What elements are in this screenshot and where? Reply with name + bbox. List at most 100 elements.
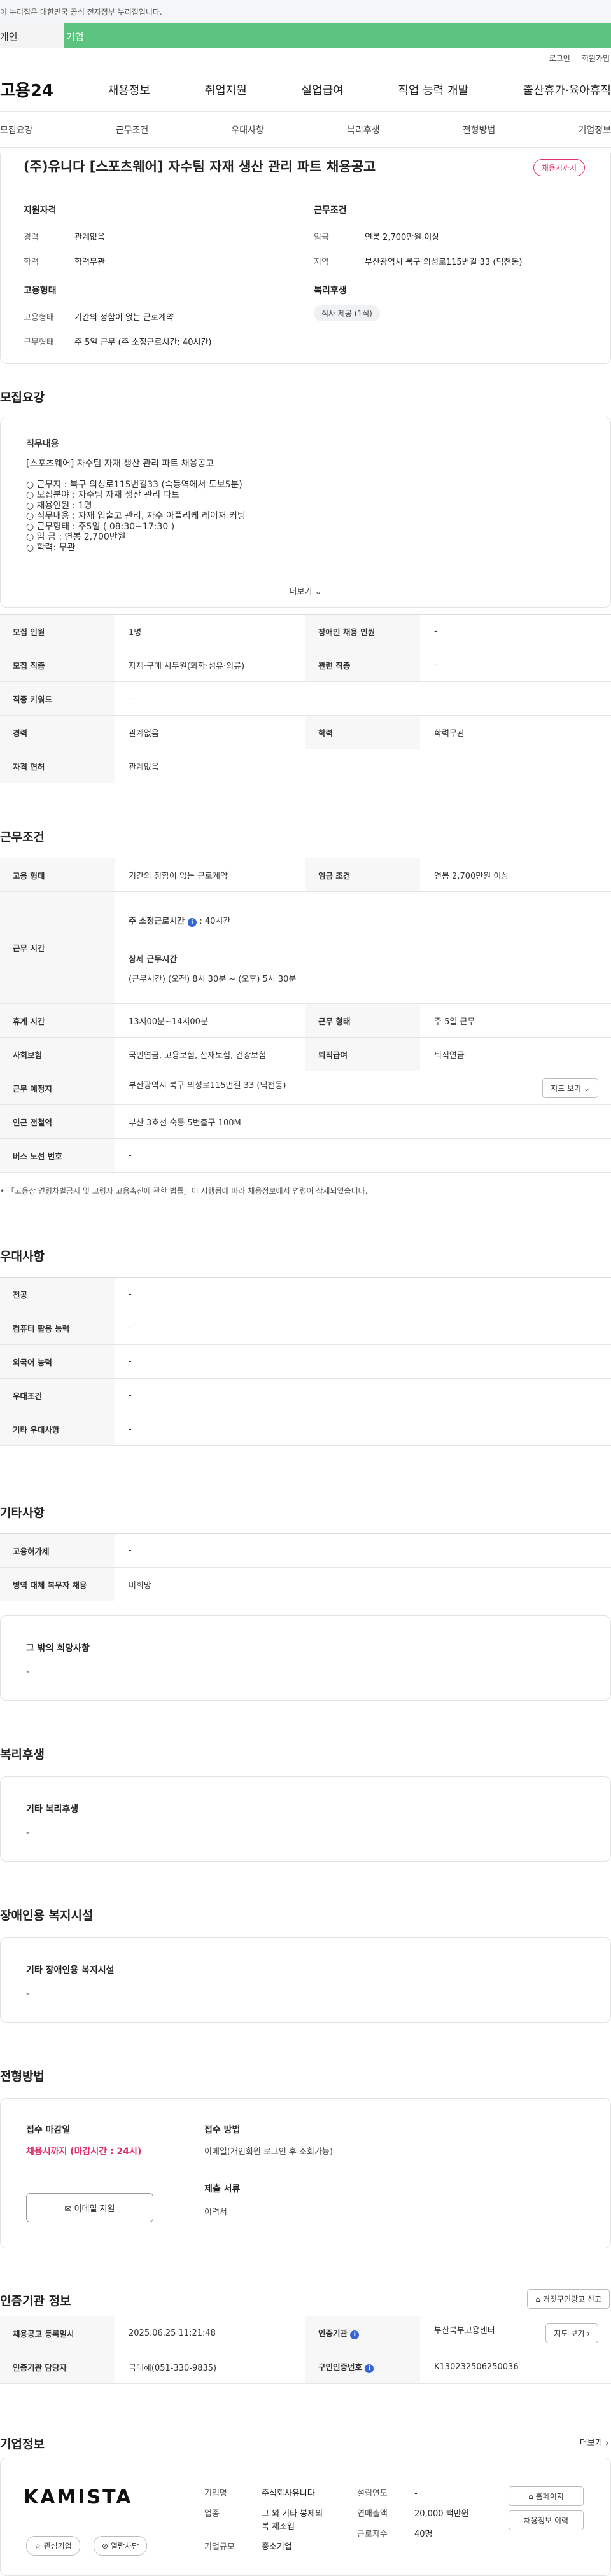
company-section-title: 기업정보 — [0, 2437, 45, 2451]
subnav-preference[interactable]: 우대사항 — [231, 123, 264, 136]
table-cell: 기간의 정함이 없는 근로계약 — [115, 858, 306, 892]
table-header: 장애인 채용 인원 — [306, 614, 420, 648]
block-company-button[interactable]: ⊘ 열람차단 — [94, 2536, 148, 2556]
gnb-jobs[interactable]: 채용정보 — [108, 81, 150, 98]
table-header: 휴게 시간 — [0, 1003, 115, 1038]
duty-more-button[interactable]: 더보기 ⌄ — [1, 574, 610, 607]
duty-line: ○ 모집분야 : 자수팀 자재 생산 관리 파트 — [26, 490, 180, 500]
table-cell: 13시00분~14시00분 — [115, 1003, 306, 1038]
table-header: 외국어 능력 — [0, 1344, 115, 1379]
docs-value: 이력서 — [204, 2208, 227, 2217]
gov-banner: 이 누리집은 대한민국 공식 전자정부 누리집입니다. — [0, 0, 611, 23]
table-header: 병역 대체 복무자 채용 — [0, 1567, 115, 1601]
email-apply-button[interactable]: ✉ 이메일 지원 — [26, 2193, 153, 2222]
table-cell: K130232506250036 — [420, 2350, 611, 2384]
home-icon: ⌂ — [535, 2295, 541, 2304]
table-row: 병역 대체 복무자 채용 비희망 — [0, 1567, 611, 1601]
join-link[interactable]: 회원가입 — [582, 53, 610, 64]
site-logo[interactable]: 고용24 — [0, 78, 53, 101]
table-header: 컴퓨터 활용 능력 — [0, 1311, 115, 1345]
table-row: 자격 면허 관계없음 — [0, 749, 611, 783]
other-wishes-card: 그 밖의 희망사항 - — [0, 1615, 611, 1701]
table-header: 채용공고 등록일시 — [0, 2316, 115, 2350]
subnav-work[interactable]: 근무조건 — [116, 123, 149, 136]
table-row: 컴퓨터 활용 능력 - — [0, 1311, 611, 1345]
table-row: 직종 키워드 - — [0, 681, 611, 716]
table-cell: 퇴직연금 — [420, 1037, 611, 1071]
work-hours-cell: 주 소정근로시간 i : 40시간 상세 근무시간 (근무시간) (오전) 8시… — [115, 891, 611, 1004]
table-cell: 관계없음 — [115, 749, 611, 783]
table-row: 인근 전철역 부산 3호선 숙등 5번출구 100M — [0, 1104, 611, 1139]
industry-label: 업종 — [204, 2509, 220, 2519]
global-nav: 고용24 채용정보 취업지원 실업급여 직업 능력 개발 출산휴가·육아휴직 — [0, 67, 611, 112]
gnb-parental-leave[interactable]: 출산휴가·육아휴직 — [523, 81, 611, 98]
table-header: 기타 우대사항 — [0, 1412, 115, 1446]
subnav-welfare[interactable]: 복리후생 — [347, 123, 380, 136]
subnav-company[interactable]: 기업정보 — [578, 123, 611, 136]
employees-label: 근로자수 — [357, 2530, 388, 2539]
table-cell: 금대혜(051-330-9835) — [115, 2350, 306, 2384]
company-info-right: 설립연도 - 연매출액 20,000 백만원 근로자수 40명 — [357, 2488, 469, 2541]
agency-map-label: 지도 보기 — [554, 2329, 585, 2338]
gnb-vocational-training[interactable]: 직업 능력 개발 — [398, 81, 468, 98]
process-card: 접수 마감일 채용시까지 (마감시간 : 24시) ✉ 이메일 지원 접수 방법… — [0, 2098, 611, 2248]
welfare-summary-title: 복리후생 — [314, 286, 347, 296]
detail-hours-value: (근무시간) (오전) 8시 30분 ~ (오후) 5시 30분 — [129, 974, 297, 984]
table-row: 사회보험 국민연금, 고용보험, 산재보험, 건강보험 퇴직급여 퇴직연금 — [0, 1037, 611, 1071]
table-cell: 연봉 2,700만원 이상 — [420, 858, 611, 892]
cert-number-label: 구인인증번호 — [318, 2362, 363, 2372]
company-size-label: 기업규모 — [204, 2542, 235, 2552]
company-more-link[interactable]: 더보기 › — [580, 2436, 608, 2448]
revenue-value: 20,000 백만원 — [414, 2509, 469, 2519]
table-cell: - — [115, 1311, 611, 1345]
tab-company[interactable]: 기업 — [64, 23, 611, 48]
deadline-block: 접수 마감일 채용시까지 (마감시간 : 24시) ✉ 이메일 지원 — [26, 2123, 179, 2222]
employees-value: 40명 — [414, 2530, 433, 2539]
work-table: 고용 형태 기간의 정함이 없는 근로계약 임금 조건 연봉 2,700만원 이상 근… — [0, 858, 611, 1173]
table-row: 기타 우대사항 - — [0, 1412, 611, 1446]
region-label: 지역 — [314, 258, 329, 267]
workplace-cell: 부산광역시 북구 의성로115번길 33 (덕천동) 지도 보기 ⌄ — [115, 1071, 611, 1105]
job-history-button[interactable]: 채용정보 이력 — [509, 2510, 584, 2530]
table-row: 모집 직종 자재·구매 사무원(화학·섬유·의류) 관련 직종 - — [0, 648, 611, 682]
duty-line — [26, 469, 585, 480]
subnav-process[interactable]: 전형방법 — [463, 123, 496, 136]
table-header: 근무 예정지 — [0, 1071, 115, 1105]
welfare-summary-block: 복리후생 식사 제공 (1식) — [314, 284, 568, 321]
work-type-label: 근무형태 — [24, 338, 54, 347]
duty-line: ○ 직무내용 : 자재 입출고 관리, 자수 아플리케 레이저 커팅 — [26, 511, 246, 521]
wage-value: 연봉 2,700만원 이상 — [365, 233, 440, 242]
gnb-employment-support[interactable]: 취업지원 — [205, 81, 247, 98]
qualification-block: 지원자격 경력 관계없음 학력 학력무관 — [24, 204, 278, 280]
method-block: 접수 방법 이메일(개인회원 로그인 후 조회가능) 제출 서류 이력서 — [204, 2123, 523, 2217]
table-row: 근무 시간 주 소정근로시간 i : 40시간 상세 근무시간 (근무시간) (… — [0, 891, 611, 1004]
map-view-button[interactable]: 지도 보기 ⌄ — [542, 1078, 598, 1098]
company-name-value: 주식회사유니다 — [262, 2489, 315, 2498]
report-label: 거짓구인광고 신고 — [542, 2295, 601, 2304]
user-type-tabs: 개인 기업 — [0, 23, 611, 48]
welfare-card: 기타 복리후생 - — [0, 1776, 611, 1862]
gnb-unemployment-benefit[interactable]: 실업급여 — [301, 81, 343, 98]
welfare-section-title: 복리후생 — [0, 1748, 45, 1762]
condition-block: 근무조건 임금 연봉 2,700만원 이상 지역 부산광역시 북구 의성로115번길… — [314, 204, 568, 280]
table-cell: - — [115, 1533, 611, 1568]
subnav-recruit[interactable]: 모집요강 — [0, 123, 33, 136]
favorite-company-button[interactable]: ☆ 관심기업 — [26, 2536, 80, 2556]
star-icon: ☆ — [34, 2542, 41, 2551]
agency-map-button[interactable]: 지도 보기 › — [545, 2323, 598, 2343]
table-header: 직종 키워드 — [0, 681, 115, 716]
table-header: 모집 직종 — [0, 648, 115, 682]
table-cell: 부산 3호선 숙등 5번출구 100M — [115, 1104, 611, 1139]
homepage-button[interactable]: ⌂ 홈페이지 — [509, 2486, 584, 2506]
tab-personal[interactable]: 개인 — [0, 23, 64, 48]
preference-section-title: 우대사항 — [0, 1250, 45, 1264]
report-button[interactable]: ⌂ 거짓구인광고 신고 — [527, 2289, 610, 2309]
login-link[interactable]: 로그인 — [549, 53, 570, 64]
table-cell: - — [115, 1138, 611, 1173]
duty-line: ○ 임 금 : 연봉 2,700만원 — [26, 532, 126, 542]
job-summary-card: (주)유니다 [스포츠웨어] 자수팀 자재 생산 관리 파트 채용공고 채용시까… — [0, 153, 611, 364]
table-header: 사회보험 — [0, 1037, 115, 1071]
table-row: 버스 노선 번호 - — [0, 1138, 611, 1173]
map-view-label: 지도 보기 — [551, 1083, 582, 1093]
table-cell: 비희망 — [115, 1567, 611, 1601]
